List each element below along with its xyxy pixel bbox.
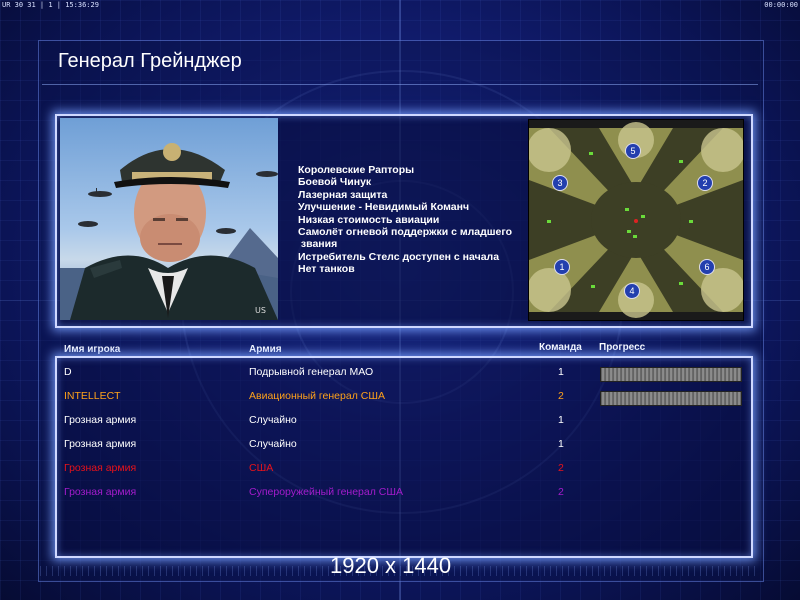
player-team: 2 [558, 486, 564, 498]
trait: Низкая стоимость авиации [298, 213, 440, 226]
status-clock: 00:00:00 [764, 1, 798, 9]
player-name: Грозная армия [64, 462, 137, 474]
player-name: Грозная армия [64, 438, 137, 450]
trait: звания [298, 238, 338, 251]
general-portrait: US [60, 118, 278, 320]
header-army: Армия [249, 344, 282, 355]
player-army: Случайно [249, 438, 297, 450]
player-name: Грозная армия [64, 414, 137, 426]
map-start-marker: 4 [624, 283, 640, 299]
trait: Улучшение - Невидимый Команч [298, 201, 470, 214]
resolution-label: 1920 x 1440 [330, 553, 452, 578]
header-progress: Прогресс [599, 342, 646, 353]
header-team: Команда [539, 342, 582, 353]
status-left: UR 30 31 | 1 | 15:36:29 [2, 1, 99, 9]
trait: Королевские Рапторы [298, 164, 415, 176]
trait: Нет танков [298, 263, 355, 276]
map-start-marker: 2 [697, 175, 713, 191]
player-name: Грозная армия [64, 486, 137, 498]
trait: Истребитель Стелс доступен с начала [298, 250, 500, 263]
title-divider [42, 84, 758, 85]
player-army: Авиационный генерал США [249, 390, 385, 402]
player-army: Случайно [249, 414, 297, 426]
header-player-name: Имя игрока [64, 344, 121, 355]
trait: Лазерная защита [298, 188, 388, 201]
player-name: D [64, 366, 72, 378]
general-title: Генерал Грейнджер [58, 50, 242, 72]
map-start-marker: 6 [699, 259, 715, 275]
player-team: 1 [558, 366, 564, 378]
player-team: 1 [558, 414, 564, 426]
trait: Боевой Чинук [298, 176, 372, 189]
map-start-marker: 1 [554, 259, 570, 275]
player-name: INTELLECT [64, 390, 121, 402]
map-start-marker: 3 [552, 175, 568, 191]
progress-bar [600, 367, 742, 382]
svg-text:US: US [255, 306, 266, 315]
player-team: 1 [558, 438, 564, 450]
map-preview: 5 3 2 1 6 4 [528, 119, 744, 321]
map-start-marker: 5 [625, 143, 641, 159]
progress-bar [600, 391, 742, 406]
status-bar: UR 30 31 | 1 | 15:36:29 00:00:00 [0, 0, 800, 10]
trait: Самолёт огневой поддержки с младшего [298, 226, 513, 239]
general-traits-list: Королевские Рапторы Боевой Чинук Лазерна… [298, 164, 512, 276]
player-team: 2 [558, 462, 564, 474]
player-army: Супероружейный генерал США [249, 486, 403, 498]
players-panel [55, 356, 753, 558]
player-team: 2 [558, 390, 564, 402]
player-army: Подрывной генерал МАО [249, 366, 374, 378]
player-army: США [249, 462, 274, 474]
